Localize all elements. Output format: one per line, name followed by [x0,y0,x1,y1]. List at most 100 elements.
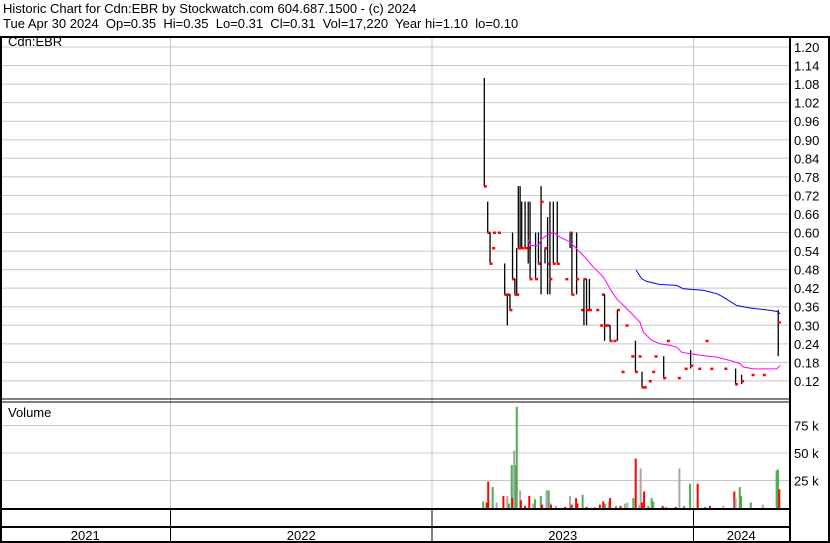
volume-bar [528,495,531,508]
close-marker [586,308,590,312]
volume-bar [507,503,510,508]
price-tick-label: 0.84 [794,151,819,166]
close-marker [549,277,553,281]
close-marker [698,367,702,371]
volume-bar [604,503,607,508]
close-marker [565,277,569,281]
volume-bar [515,406,518,508]
volume-bar [708,505,711,508]
volume-bar [640,502,643,508]
close-marker [588,308,592,312]
volume-bar [652,501,655,508]
volume-bar [598,504,601,508]
volume-bar [609,498,612,508]
close-marker [677,376,681,380]
close-marker [516,293,520,296]
volume-bar [554,505,557,508]
volume-bar [524,505,527,508]
price-tick-label: 0.12 [794,374,819,389]
close-marker [524,246,528,250]
close-marker [777,321,781,324]
close-marker [762,373,766,377]
volume-bar [740,495,743,508]
close-marker [521,246,525,250]
volume-bar [722,505,725,508]
close-marker [654,355,658,358]
volume-bar [778,489,781,508]
close-marker [741,379,745,383]
volume-tick-label: 25 k [794,474,819,489]
close-marker [751,373,755,377]
price-tick-label: 1.08 [794,77,819,92]
year-label: 2022 [287,528,316,543]
volume-bar [626,502,629,508]
year-label: 2024 [727,528,756,543]
volume-bar [674,506,677,508]
volume-bar [564,506,567,508]
volume-bar [502,495,505,508]
close-marker [556,262,560,265]
volume-bar [519,500,522,508]
close-marker [663,376,667,380]
close-marker [576,277,580,281]
volume-bar [491,487,494,508]
close-marker [483,185,487,188]
close-marker [684,367,688,371]
volume-bar [541,504,544,508]
volume-bar [576,503,579,508]
volume-bar [532,503,535,508]
close-marker [724,367,728,371]
volume-bar [696,483,699,508]
year-label: 2021 [71,528,100,543]
price-tick-label: 0.42 [794,281,819,296]
close-marker [613,339,617,343]
close-marker [492,246,496,250]
close-marker [648,379,652,383]
volume-bar [678,468,681,508]
price-tick-label: 0.90 [794,133,819,148]
volume-bar [761,504,764,508]
close-marker [596,308,600,312]
price-tick-label: 0.36 [794,300,819,315]
year-label: 2023 [548,528,577,543]
volume-bar [570,504,573,508]
close-marker [604,324,608,327]
close-marker [552,262,556,265]
close-marker [529,277,533,281]
close-marker [606,324,610,327]
volume-bar [683,505,686,508]
volume-tick-label: 75 k [794,419,819,434]
price-tick-label: 1.14 [794,59,819,74]
price-tick-label: 0.60 [794,226,819,241]
price-tick-label: 0.66 [794,207,819,222]
price-tick-label: 0.78 [794,170,819,185]
price-tick-label: 0.54 [794,244,819,259]
price-tick-label: 0.18 [794,355,819,370]
volume-bar [623,503,626,508]
volume-label: Volume [8,405,51,420]
close-marker [710,367,714,371]
volume-bar [619,505,622,508]
close-marker [492,231,496,235]
close-marker [690,364,694,367]
close-marker [705,339,709,343]
close-marker [571,293,575,296]
close-marker [489,262,493,265]
volume-bar [511,498,514,508]
volume-bar [495,502,498,508]
price-tick-label: 0.30 [794,318,819,333]
volume-bar [749,502,752,508]
volume-bar [661,505,664,508]
close-marker [643,386,647,389]
price-tick-label: 0.72 [794,188,819,203]
volume-bar [581,494,584,508]
close-marker [666,339,670,343]
volume-bar [643,491,646,508]
close-marker [634,370,638,374]
close-marker [616,308,620,312]
volume-bar [689,483,692,508]
close-marker [631,355,635,358]
volume-bar [615,505,618,508]
volume-tick-label: 50 k [794,446,819,461]
stock-chart: Cdn:EBR Volume 1.20 1.14 1.08 1.02 0.96 0.90 0… [0,34,830,543]
